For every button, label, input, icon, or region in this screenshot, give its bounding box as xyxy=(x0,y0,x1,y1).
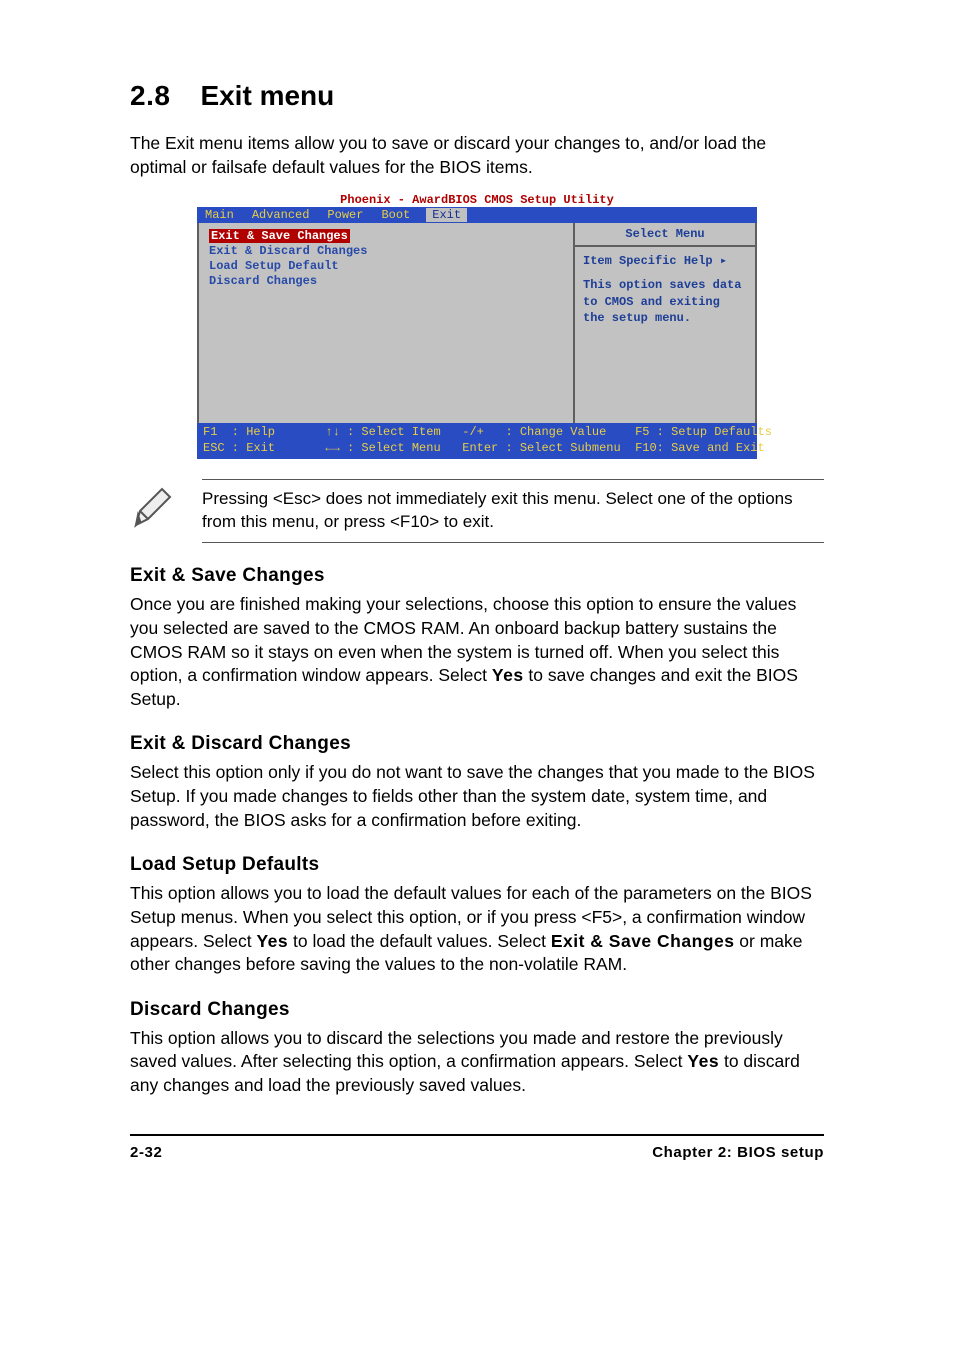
subheading: Load Setup Defaults xyxy=(130,854,824,876)
page-title: 2.8 Exit menu xyxy=(130,80,824,112)
intro-paragraph: The Exit menu items allow you to save or… xyxy=(130,132,824,179)
help-body: Item Specific Help ▸ This option saves d… xyxy=(575,247,755,332)
body-paragraph: This option allows you to load the defau… xyxy=(130,882,824,977)
help-title: Item Specific Help ▸ xyxy=(583,253,747,269)
footer-line: ESC : Exit ←→ : Select Menu Enter : Sele… xyxy=(203,441,765,455)
list-item: Load Setup Default xyxy=(209,259,563,273)
text-span: to load the default values. Select xyxy=(288,931,551,951)
bold-keyword: Yes xyxy=(687,1051,719,1071)
subheading: Exit & Discard Changes xyxy=(130,733,824,755)
note-text: Pressing <Esc> does not immediately exit… xyxy=(202,479,824,543)
section-number: 2.8 xyxy=(130,80,170,112)
bios-help-panel: Select Menu Item Specific Help ▸ This op… xyxy=(575,223,755,423)
text-span: This option allows you to discard the se… xyxy=(130,1028,783,1072)
page-footer: 2-32 Chapter 2: BIOS setup xyxy=(130,1134,824,1161)
tab-exit: Exit xyxy=(426,208,467,222)
bold-keyword: Exit & Save Changes xyxy=(551,931,735,951)
list-item: Discard Changes xyxy=(209,274,563,288)
body-paragraph: Select this option only if you do not wa… xyxy=(130,761,824,832)
tab-power: Power xyxy=(325,208,365,222)
section-name: Exit menu xyxy=(200,80,334,111)
tab-advanced: Advanced xyxy=(250,208,312,222)
list-item: Exit & Save Changes xyxy=(209,229,350,243)
body-paragraph: This option allows you to discard the se… xyxy=(130,1027,824,1098)
bold-keyword: Yes xyxy=(492,665,524,685)
list-item: Exit & Discard Changes xyxy=(209,244,563,258)
bios-footer: F1 : Help ↑↓ : Select Item -/+ : Change … xyxy=(197,423,757,459)
subheading: Exit & Save Changes xyxy=(130,565,824,587)
note-callout: Pressing <Esc> does not immediately exit… xyxy=(130,479,824,543)
help-text: This option saves data to CMOS and exiti… xyxy=(583,277,747,326)
bios-header: Phoenix - AwardBIOS CMOS Setup Utility xyxy=(197,193,757,207)
bios-screenshot: Phoenix - AwardBIOS CMOS Setup Utility M… xyxy=(197,193,757,459)
tab-main: Main xyxy=(203,208,236,222)
bios-menu-list: Exit & Save Changes Exit & Discard Chang… xyxy=(199,223,575,423)
pencil-icon xyxy=(130,479,174,534)
subheading: Discard Changes xyxy=(130,999,824,1021)
chapter-label: Chapter 2: BIOS setup xyxy=(652,1144,824,1161)
bold-keyword: Yes xyxy=(256,931,288,951)
bios-menubar: Main Advanced Power Boot Exit xyxy=(197,207,757,223)
help-header: Select Menu xyxy=(575,223,755,247)
body-paragraph: Once you are finished making your select… xyxy=(130,593,824,711)
page-number: 2-32 xyxy=(130,1144,162,1161)
footer-line: F1 : Help ↑↓ : Select Item -/+ : Change … xyxy=(203,425,772,439)
tab-boot: Boot xyxy=(379,208,412,222)
bios-body: Exit & Save Changes Exit & Discard Chang… xyxy=(197,223,757,423)
